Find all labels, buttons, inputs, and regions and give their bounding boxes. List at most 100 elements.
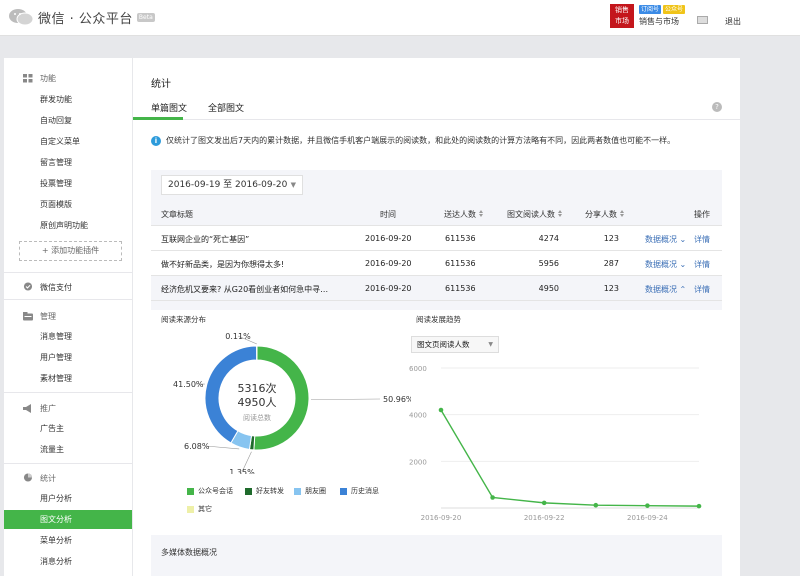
- sort-icon: [620, 210, 625, 218]
- details-link[interactable]: 详情: [694, 234, 710, 245]
- top-bar: 微信 · 公众平台 Beta 销售 市场 订阅号 公众号 销售与市场 退出: [0, 0, 800, 36]
- sidebar-item-advertiser[interactable]: 广告主: [4, 419, 132, 438]
- sidebar-item-votes[interactable]: 投票管理: [4, 174, 132, 193]
- col-shares[interactable]: 分享人数: [585, 209, 625, 220]
- chart-area: 阅读来源分布 50.96% 1.35% 6.08% 41.50% 0.11% 5316次 4…: [151, 310, 722, 535]
- donut-center-count: 5316次: [238, 381, 277, 395]
- donut-center-users: 4950人: [238, 396, 277, 409]
- chevron-down-icon: ▼: [290, 181, 296, 189]
- main-content: 统计 单篇图文 全部图文 ? i 仅统计了图文发出后7天内的累计数据，并且微信手…: [133, 58, 740, 576]
- legend-swatch: [187, 505, 194, 513]
- sidebar-item-original[interactable]: 原创声明功能: [4, 216, 132, 235]
- read-count: 4950: [538, 284, 559, 293]
- data-point[interactable]: [541, 500, 547, 506]
- tab-bar: 单篇图文 全部图文: [133, 96, 740, 120]
- overview-link[interactable]: 数据概况 ⌃: [645, 284, 686, 295]
- sidebar-item-auto-reply[interactable]: 自动回复: [4, 111, 132, 130]
- chevron-down-icon: ⌄: [679, 235, 687, 244]
- account-name[interactable]: 销售与市场: [639, 16, 685, 27]
- x-tick-label: 2016-09-24: [627, 514, 668, 522]
- y-tick-label: 2000: [409, 458, 427, 466]
- sidebar-divider: [4, 392, 132, 393]
- col-sent[interactable]: 送达人数: [444, 209, 484, 220]
- sidebar-item-messages[interactable]: 消息管理: [4, 327, 132, 346]
- platform-title: 微信 · 公众平台: [38, 11, 133, 27]
- table-row: 做不好新品类，是因为你想得太多! 2016-09-20 611536 5956 …: [151, 251, 722, 276]
- metric-select[interactable]: 图文页阅读人数 ▼: [411, 336, 499, 353]
- read-trend-line-chart: 2000 4000 6000 2016-09-20 2016-09-22 2016-09-…: [409, 365, 702, 522]
- legend-item[interactable]: 其它: [187, 504, 212, 514]
- tab-single-article[interactable]: 单篇图文: [151, 101, 187, 114]
- legend-item[interactable]: 历史消息: [340, 486, 379, 496]
- legend-item[interactable]: 好友转发: [245, 486, 284, 496]
- donut-center-caption: 阅读总数: [243, 413, 271, 422]
- sent-count: 611536: [445, 234, 476, 243]
- tab-all-articles[interactable]: 全部图文: [208, 101, 244, 114]
- data-point[interactable]: [645, 503, 650, 508]
- details-link[interactable]: 详情: [694, 259, 710, 270]
- sidebar-divider: [4, 299, 132, 300]
- details-link[interactable]: 详情: [694, 284, 710, 295]
- sidebar-item-menu-analysis[interactable]: 菜单分析: [4, 531, 132, 550]
- article-title: 做不好新品类，是因为你想得太多!: [161, 260, 285, 269]
- sidebar-item-message-analysis[interactable]: 消息分析: [4, 552, 132, 571]
- data-point[interactable]: [438, 407, 444, 413]
- avatar[interactable]: 销售 市场: [610, 4, 634, 28]
- overview-link[interactable]: 数据概况 ⌄: [645, 234, 686, 245]
- overview-link[interactable]: 数据概况 ⌄: [645, 259, 686, 270]
- slice-label: 41.50%: [173, 380, 204, 389]
- y-tick-label: 6000: [409, 365, 427, 373]
- wechat-logo[interactable]: 微信 · 公众平台 Beta: [8, 7, 155, 27]
- share-count: 123: [603, 284, 619, 293]
- article-date: 2016-09-20: [365, 259, 412, 268]
- col-reads[interactable]: 图文阅读人数: [507, 209, 563, 220]
- sidebar-item-comments[interactable]: 留言管理: [4, 153, 132, 172]
- chevron-up-icon: ⌃: [679, 285, 687, 294]
- sidebar-item-mass-send[interactable]: 群发功能: [4, 90, 132, 109]
- date-range-picker[interactable]: 2016-09-19 至 2016-09-20 ▼: [161, 175, 303, 195]
- x-tick-label: 2016-09-22: [524, 514, 565, 522]
- sidebar-divider: [4, 272, 132, 273]
- add-plugin-button[interactable]: + 添加功能插件: [19, 241, 122, 261]
- sidebar-item-custom-menu[interactable]: 自定义菜单: [4, 132, 132, 151]
- account-type-badge: 订阅号: [639, 5, 662, 14]
- notice: i 仅统计了图文发出后7天内的累计数据，并且微信手机客户端展示的阅读数，和此处的…: [151, 135, 675, 146]
- read-source-donut-chart: 50.96%1.35%6.08%41.50%0.11%5316次4950人阅读总…: [173, 332, 411, 474]
- col-time: 时间: [380, 210, 396, 219]
- legend-item[interactable]: 朋友圈: [294, 486, 326, 496]
- article-date: 2016-09-20: [365, 234, 412, 243]
- sent-count: 611536: [445, 259, 476, 268]
- sidebar-item-user-analysis[interactable]: 用户分析: [4, 489, 132, 508]
- sidebar-item-article-analysis[interactable]: 图文分析: [4, 510, 132, 529]
- legend-swatch: [294, 487, 301, 495]
- legend-swatch: [187, 487, 194, 495]
- mail-icon[interactable]: [697, 16, 708, 24]
- sidebar: 功能 群发功能 自动回复 自定义菜单 留言管理 投票管理 页面模版 原创声明功能…: [4, 58, 132, 576]
- series-line: [440, 409, 700, 507]
- label-leader-line: [205, 445, 240, 450]
- logout-link[interactable]: 退出: [725, 16, 741, 27]
- sidebar-item-materials[interactable]: 素材管理: [4, 369, 132, 388]
- read-count: 5956: [538, 259, 559, 268]
- trend-chart-title: 阅读发展趋势: [416, 315, 461, 324]
- help-icon[interactable]: ?: [712, 102, 722, 112]
- sidebar-item-users[interactable]: 用户管理: [4, 348, 132, 367]
- folder-icon: [23, 312, 33, 321]
- y-tick-label: 4000: [409, 412, 427, 420]
- media-section-title: 多媒体数据概况: [161, 548, 217, 557]
- data-point[interactable]: [490, 495, 495, 500]
- slice-label: 6.08%: [184, 442, 210, 451]
- data-point[interactable]: [696, 503, 702, 509]
- wechat-icon: [9, 9, 34, 26]
- table-row: 经济危机又要来? 从G20看创业者如何急中寻… 2016-09-20 61153…: [151, 276, 722, 301]
- legend-item[interactable]: 公众号会话: [187, 486, 233, 496]
- sidebar-item-publisher[interactable]: 流量主: [4, 440, 132, 459]
- data-point[interactable]: [593, 502, 599, 508]
- x-tick-label: 2016-09-20: [421, 514, 462, 522]
- account-info[interactable]: 销售 市场 订阅号 公众号 销售与市场: [610, 4, 686, 28]
- megaphone-icon: [23, 404, 31, 413]
- chevron-down-icon: ▼: [488, 341, 493, 348]
- sort-icon: [558, 210, 563, 218]
- sidebar-item-templates[interactable]: 页面模版: [4, 195, 132, 214]
- article-title: 经济危机又要来? 从G20看创业者如何急中寻…: [161, 285, 329, 294]
